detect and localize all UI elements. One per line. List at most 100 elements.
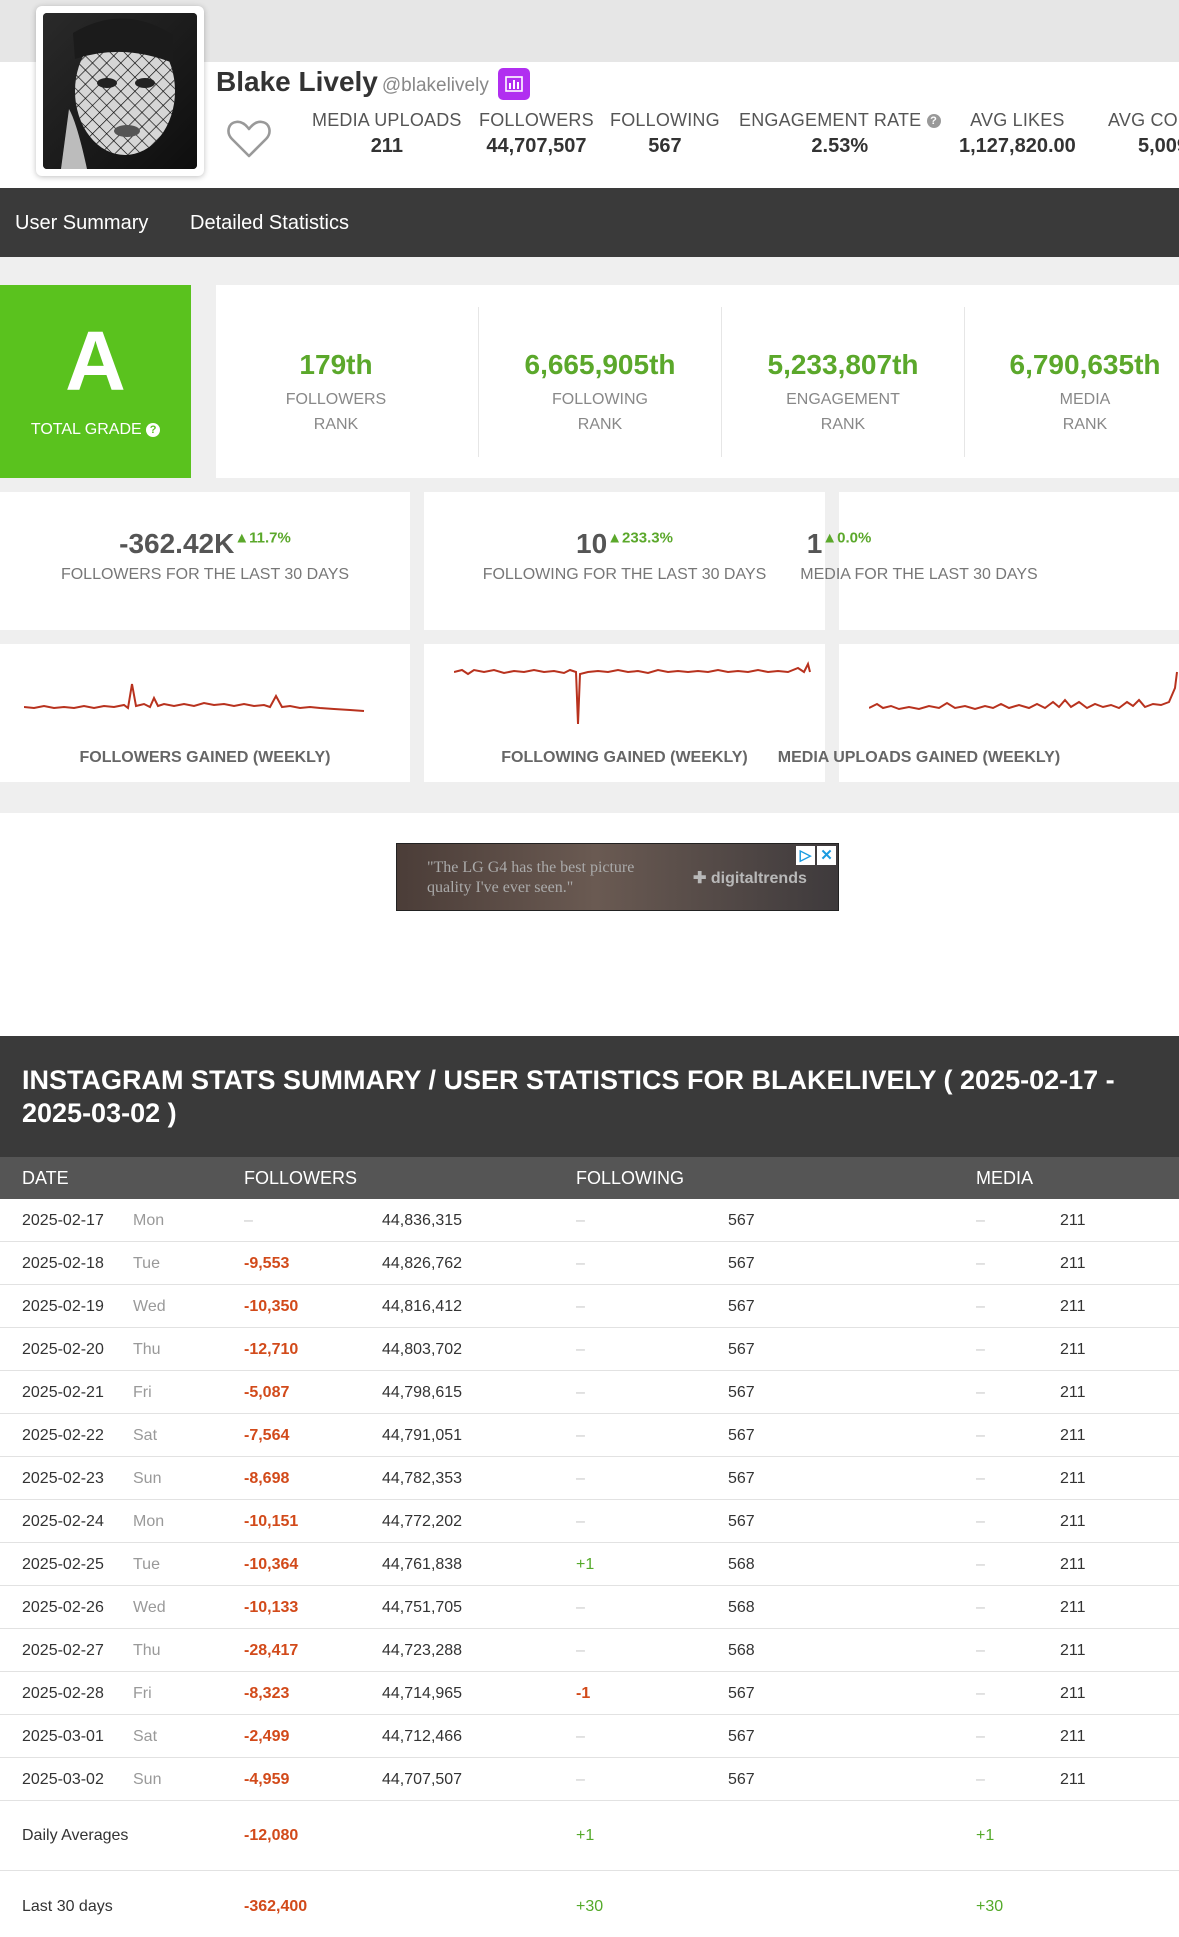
followers-30d-value: -362.42K	[119, 528, 235, 559]
table-row: 2025-02-18 Tue -9,553 44,826,762 – 567 – 211	[0, 1242, 1179, 1285]
row-followers-total: 44,723,288	[382, 1642, 463, 1659]
row-following-change: -1	[576, 1685, 591, 1702]
col-date: DATE	[22, 1168, 69, 1188]
stat-avg-likes: AVG LIKES 1,127,820.00	[959, 110, 1076, 158]
stats-badge-icon[interactable]	[498, 68, 530, 100]
summary-followers: -12,080	[244, 1827, 299, 1844]
row-date: 2025-03-01	[22, 1728, 104, 1745]
stat-label: AVG COMMENTS	[1108, 110, 1179, 130]
row-followers-total: 44,782,353	[382, 1470, 463, 1487]
row-media-change: –	[976, 1255, 985, 1272]
stat-value: 2.53%	[811, 135, 869, 157]
row-following-total: 568	[728, 1642, 755, 1659]
followers-weekly-label: FOLLOWERS GAINED (WEEKLY)	[79, 749, 331, 766]
rank-value: 5,233,807th	[767, 349, 919, 380]
ranks-card: 179th FOLLOWERS RANK 6,665,905th FOLLOWIN…	[216, 285, 1179, 478]
rank-label: ENGAGEMENT RANK	[722, 387, 964, 437]
rank-label: MEDIA RANK	[965, 387, 1179, 437]
rank-followers: 179th FOLLOWERS RANK	[216, 285, 456, 478]
col-media: MEDIA	[976, 1168, 1034, 1188]
rank-label-line2: RANK	[820, 416, 866, 433]
row-followers-total: 44,791,051	[382, 1427, 463, 1444]
stat-followers: FOLLOWERS 44,707,507	[479, 110, 594, 158]
row-date: 2025-02-23	[22, 1470, 104, 1487]
nav-detailed-statistics[interactable]: Detailed Statistics	[190, 212, 349, 235]
row-following-total: 567	[728, 1212, 755, 1229]
row-date: 2025-02-17	[22, 1212, 104, 1229]
help-icon[interactable]: ?	[926, 114, 941, 129]
stat-value: 567	[648, 135, 682, 157]
table-title: INSTAGRAM STATS SUMMARY / USER STATISTIC…	[22, 1065, 1115, 1128]
stat-value: 1,127,820.00	[959, 135, 1076, 157]
row-media-total: 211	[1060, 1212, 1086, 1229]
stat-avg-comments: AVG COMMENTS 5,009	[1108, 110, 1179, 158]
row-media-change: –	[976, 1771, 985, 1788]
ad-close-icon[interactable]: ✕	[817, 846, 836, 865]
table-row: 2025-02-20 Thu -12,710 44,803,702 – 567 – 211	[0, 1328, 1179, 1371]
rank-label-line2: RANK	[577, 416, 623, 433]
stat-label: MEDIA UPLOADS	[312, 110, 462, 130]
row-day: Fri	[133, 1685, 152, 1702]
nav-user-summary[interactable]: User Summary	[15, 212, 148, 235]
advertisement-banner[interactable]: "The LG G4 has the best picture quality I…	[396, 843, 839, 911]
row-date: 2025-02-25	[22, 1556, 104, 1573]
row-following-total: 567	[728, 1427, 755, 1444]
ad-brand: digitaltrends	[710, 870, 807, 887]
row-media-total: 211	[1060, 1771, 1086, 1788]
row-media-change: –	[976, 1384, 985, 1401]
row-following-total: 567	[728, 1685, 755, 1702]
profile-photo	[43, 13, 197, 169]
following-30-days: 10▲233.3% FOLLOWING FOR THE LAST 30 DAYS	[424, 492, 825, 630]
media-weekly-sparkline	[869, 671, 1178, 711]
row-followers-change: -10,350	[244, 1298, 299, 1315]
row-day: Mon	[133, 1212, 165, 1229]
row-followers-total: 44,816,412	[382, 1298, 463, 1315]
summary-row: Daily Averages -12,080 +1 +1	[0, 1801, 1179, 1871]
summary-label: Last 30 days	[22, 1898, 113, 1915]
media-30d-change: ▲0.0%	[822, 529, 872, 547]
row-followers-change: -10,151	[244, 1513, 299, 1530]
heart-icon[interactable]	[226, 118, 272, 160]
help-icon[interactable]: ?	[146, 422, 161, 437]
row-date: 2025-02-26	[22, 1599, 104, 1616]
row-media-change: –	[976, 1642, 985, 1659]
rank-label: FOLLOWING RANK	[479, 387, 721, 437]
media-30-days: 1▲0.0% MEDIA FOR THE LAST 30 DAYS	[800, 492, 1179, 630]
table-header: DATE FOLLOWERS FOLLOWING MEDIA	[0, 1157, 1179, 1199]
row-following-total: 567	[728, 1513, 755, 1530]
adchoices-icon[interactable]: ▷	[796, 846, 815, 865]
stat-following: FOLLOWING 567	[610, 110, 720, 158]
stat-value: 44,707,507	[486, 135, 587, 157]
row-day: Tue	[133, 1255, 160, 1272]
row-followers-change: -10,364	[244, 1556, 299, 1573]
summary-following: +1	[576, 1827, 595, 1844]
row-date: 2025-02-21	[22, 1384, 104, 1401]
row-following-change: –	[576, 1728, 585, 1745]
row-following-change: –	[576, 1642, 585, 1659]
row-media-total: 211	[1060, 1513, 1086, 1530]
row-followers-change: -8,323	[244, 1685, 290, 1702]
grade-label: TOTAL GRADE	[30, 421, 142, 438]
rank-label-line2: RANK	[313, 416, 359, 433]
row-following-total: 567	[728, 1384, 755, 1401]
rank-following: 6,665,905th FOLLOWING RANK	[479, 285, 721, 478]
grade-letter: A	[65, 314, 126, 408]
row-media-total: 211	[1060, 1556, 1086, 1573]
row-media-change: –	[976, 1298, 985, 1315]
ad-text-line2: quality I've ever seen."	[427, 879, 574, 896]
following-weekly-sparkline	[454, 661, 811, 725]
row-day: Fri	[133, 1384, 152, 1401]
row-following-total: 567	[728, 1298, 755, 1315]
row-followers-change: -9,553	[244, 1255, 290, 1272]
stat-media-uploads: MEDIA UPLOADS 211	[312, 110, 462, 158]
summary-row: Last 30 days -362,400 +30 +30	[0, 1872, 1179, 1937]
row-media-change: –	[976, 1728, 985, 1745]
row-day: Wed	[133, 1599, 166, 1616]
row-date: 2025-02-24	[22, 1513, 104, 1530]
summary-media: +1	[976, 1827, 995, 1844]
row-following-change: –	[576, 1470, 585, 1487]
rank-label-line1: FOLLOWING	[551, 391, 648, 408]
row-following-total: 568	[728, 1556, 755, 1573]
row-media-change: –	[976, 1470, 985, 1487]
row-date: 2025-02-27	[22, 1642, 104, 1659]
